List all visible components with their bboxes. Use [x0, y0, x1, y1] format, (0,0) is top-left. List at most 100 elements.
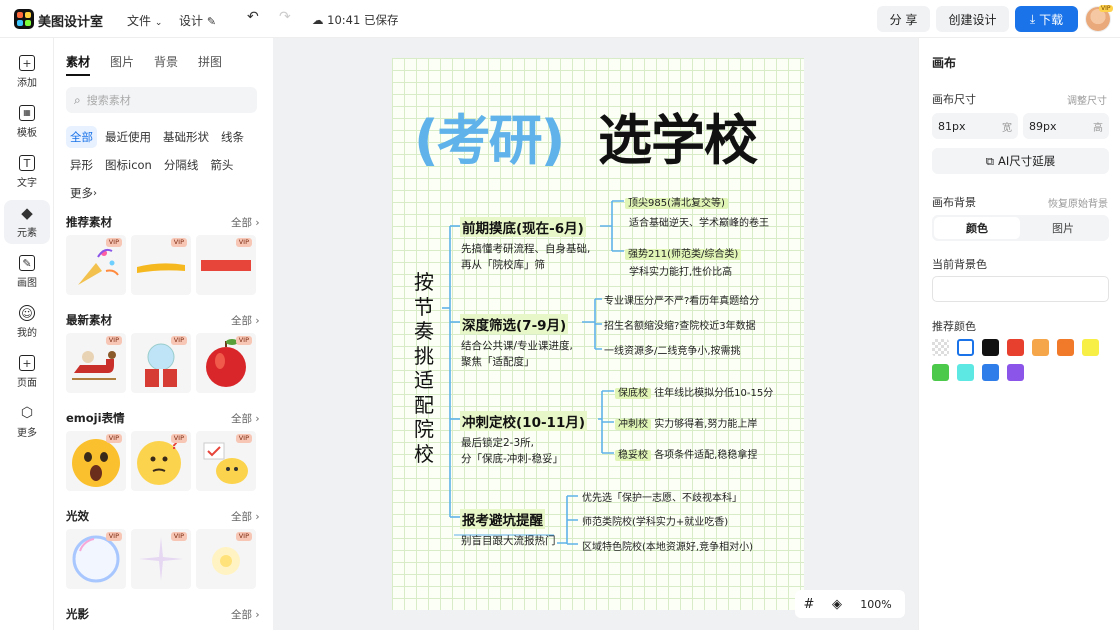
chip-icons[interactable]: 图标icon	[101, 154, 156, 176]
create-design-button[interactable]: 创建设计	[936, 6, 1009, 32]
branch-3-desc[interactable]: 最后锁定2-3所, 分「保底-冲刺-稳妥」	[461, 435, 563, 467]
download-button[interactable]: ⤓ 下载	[1015, 6, 1078, 32]
mindmap-root[interactable]: 按节奏挑适配院校	[414, 270, 434, 466]
section-all-link[interactable]: 全部 ›	[231, 411, 260, 426]
chip-dividers[interactable]: 分隔线	[160, 154, 203, 176]
width-value: 81px	[938, 119, 966, 133]
branch-4-leaf-1[interactable]: 优先选「保护一志愿、不歧视本科」	[582, 489, 742, 504]
rail-item-template[interactable]: ▦ 模板	[4, 100, 50, 144]
red-bar-thumb[interactable]: VIP	[196, 235, 256, 295]
branch-3-title[interactable]: 冲刺定校(10-11月)	[460, 411, 588, 431]
branch-2-leaf-3[interactable]: 一线资源多/二线竞争小,按需挑	[604, 342, 741, 357]
chip-basic-shapes[interactable]: 基础形状	[159, 126, 213, 148]
swatch-blue[interactable]	[982, 364, 999, 381]
rail-item-draw[interactable]: ✎ 画图	[4, 250, 50, 294]
rail-item-mine[interactable]: ☺ 我的	[4, 300, 50, 344]
design-menu[interactable]: 设计 ✎	[179, 12, 216, 29]
branch-1-leaf-2-text[interactable]: 学科实力能打,性价比高	[629, 263, 732, 278]
rail-item-text[interactable]: T 文字	[4, 150, 50, 194]
swatch-purple[interactable]	[1007, 364, 1024, 381]
branch-4-desc[interactable]: 别盲目跟大流报热门	[461, 533, 556, 549]
restore-bg-link[interactable]: 恢复原始背景	[1048, 195, 1108, 210]
tab-materials[interactable]: 素材	[66, 53, 91, 76]
sparkle-star-thumb[interactable]: VIP	[131, 529, 191, 589]
glow-thumb[interactable]: VIP	[196, 529, 256, 589]
swatch-cyan[interactable]	[957, 364, 974, 381]
party-popper-thumb[interactable]: VIP	[66, 235, 126, 295]
branch-1-desc[interactable]: 先搞懂考研流程、自身基础, 再从「院校库」筛	[461, 241, 590, 273]
yellow-stroke-thumb[interactable]: VIP	[131, 235, 191, 295]
swatch-light-orange[interactable]	[1032, 339, 1049, 356]
tab-images[interactable]: 图片	[110, 53, 134, 76]
current-bg-color[interactable]	[932, 276, 1109, 302]
branch-2-links	[582, 298, 602, 350]
design-canvas[interactable]: (考研) 选学校 按节奏挑适配院校 前期摸底(现在-6月) 先搞懂考研流程、自身…	[392, 58, 804, 610]
redo-icon[interactable]: ↷	[279, 9, 291, 25]
chip-arrows[interactable]: 箭头	[206, 154, 237, 176]
rail-item-add[interactable]: + 添加	[4, 50, 50, 94]
search-icon: ⌕	[74, 92, 81, 107]
branch-1-leaf-1-tag[interactable]: 顶尖985(清北复交等)	[625, 194, 728, 209]
share-button[interactable]: 分 享	[877, 6, 930, 32]
swatch-orange[interactable]	[1057, 339, 1074, 356]
swatch-yellow[interactable]	[1082, 339, 1099, 356]
section-all-link[interactable]: 全部 ›	[231, 607, 260, 622]
gift-snowglobe-thumb[interactable]: VIP	[131, 333, 191, 393]
mindmap-title-part2[interactable]: 选学校	[598, 96, 758, 175]
layers-icon[interactable]: ◈	[823, 597, 851, 612]
bubble-ring-thumb[interactable]: VIP	[66, 529, 126, 589]
section-all-link[interactable]: 全部 ›	[231, 313, 260, 328]
thinking-face-thumb[interactable]: ? VIP	[131, 431, 191, 491]
swatch-white[interactable]	[957, 339, 974, 356]
branch-2-title[interactable]: 深度筛选(7-9月)	[460, 314, 569, 334]
section-all-link[interactable]: 全部 ›	[231, 215, 260, 230]
chip-more[interactable]: 更多 ›	[66, 182, 101, 204]
mindmap-title-part1[interactable]: (考研)	[414, 96, 565, 175]
chick-with-sign-thumb[interactable]: VIP	[196, 431, 256, 491]
ai-extend-button[interactable]: ⧉ AI尺寸延展	[932, 148, 1109, 174]
branch-2-leaf-2[interactable]: 招生名额缩没缩?查院校近3年数据	[604, 317, 756, 332]
avatar-vip-badge: VIP	[1099, 5, 1113, 12]
search-input[interactable]: ⌕ 搜索素材	[66, 87, 257, 113]
swatch-red[interactable]	[1007, 339, 1024, 356]
branch-4-title[interactable]: 报考避坑提醒	[460, 509, 545, 529]
file-menu[interactable]: 文件 ⌄	[127, 12, 162, 29]
rail-item-more[interactable]: ⬡ 更多	[4, 400, 50, 444]
tab-image[interactable]: 图片	[1020, 217, 1106, 239]
tab-backgrounds[interactable]: 背景	[154, 53, 178, 76]
chip-irregular[interactable]: 异形	[66, 154, 97, 176]
vip-badge: VIP	[235, 336, 252, 345]
chip-all[interactable]: 全部	[66, 126, 97, 148]
branch-1-leaf-1-text[interactable]: 适合基础逆天、学术巅峰的卷王	[629, 214, 769, 229]
sleigh-thumb[interactable]: VIP	[66, 333, 126, 393]
branch-4-leaf-2[interactable]: 师范类院校(学科实力+就业吃香)	[582, 513, 728, 528]
tab-color[interactable]: 颜色	[934, 217, 1020, 239]
adjust-size-link[interactable]: 调整尺寸	[1067, 92, 1107, 107]
rail-item-page[interactable]: + 页面	[4, 350, 50, 394]
branch-2-leaf-1[interactable]: 专业课压分严不严?看历年真题给分	[604, 292, 759, 307]
branch-1-title[interactable]: 前期摸底(现在-6月)	[460, 217, 586, 237]
app-logo-icon[interactable]	[14, 9, 34, 29]
tab-collage[interactable]: 拼图	[198, 53, 222, 76]
width-field[interactable]: 81px 宽	[932, 113, 1018, 139]
branch-2-desc[interactable]: 结合公共课/专业课进度, 聚焦「适配度」	[461, 338, 573, 370]
undo-icon[interactable]: ↶	[247, 9, 259, 25]
branch-3-leaf-1[interactable]: 保底校 往年线比模拟分低10-15分	[615, 384, 773, 399]
vip-badge: VIP	[105, 336, 122, 345]
swatch-transparent[interactable]	[932, 339, 949, 356]
chip-recent[interactable]: 最近使用	[101, 126, 155, 148]
rail-item-elements[interactable]: ◆ 元素	[4, 200, 50, 244]
grid-icon[interactable]: #	[795, 597, 823, 612]
swatch-green[interactable]	[932, 364, 949, 381]
chip-lines[interactable]: 线条	[217, 126, 248, 148]
zoom-level[interactable]: 100%	[851, 598, 901, 611]
section-all-link[interactable]: 全部 ›	[231, 509, 260, 524]
height-field[interactable]: 89px 高	[1023, 113, 1109, 139]
branch-3-leaf-3[interactable]: 稳妥校 各项条件适配,稳稳拿捏	[615, 446, 757, 461]
shocked-face-thumb[interactable]: VIP	[66, 431, 126, 491]
swatch-black[interactable]	[982, 339, 999, 356]
branch-4-leaf-3[interactable]: 区域特色院校(本地资源好,竞争相对小)	[582, 538, 753, 553]
apple-thumb[interactable]: VIP	[196, 333, 256, 393]
branch-3-leaf-2[interactable]: 冲刺校 实力够得着,努力能上岸	[615, 415, 757, 430]
branch-1-leaf-2-tag[interactable]: 强势211(师范类/综合类)	[625, 245, 742, 260]
